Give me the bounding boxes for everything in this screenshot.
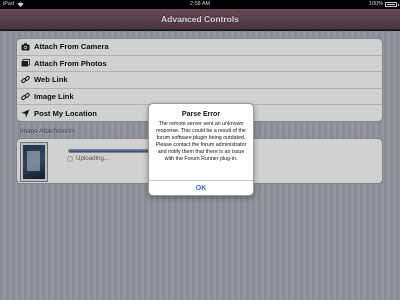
- alert-title: Parse Error: [181, 111, 221, 118]
- ok-button[interactable]: OK: [149, 181, 253, 196]
- alert-message: The remote server sent an unknown respon…: [155, 121, 247, 162]
- parse-error-alert: Parse Error The remote server sent an un…: [148, 103, 254, 196]
